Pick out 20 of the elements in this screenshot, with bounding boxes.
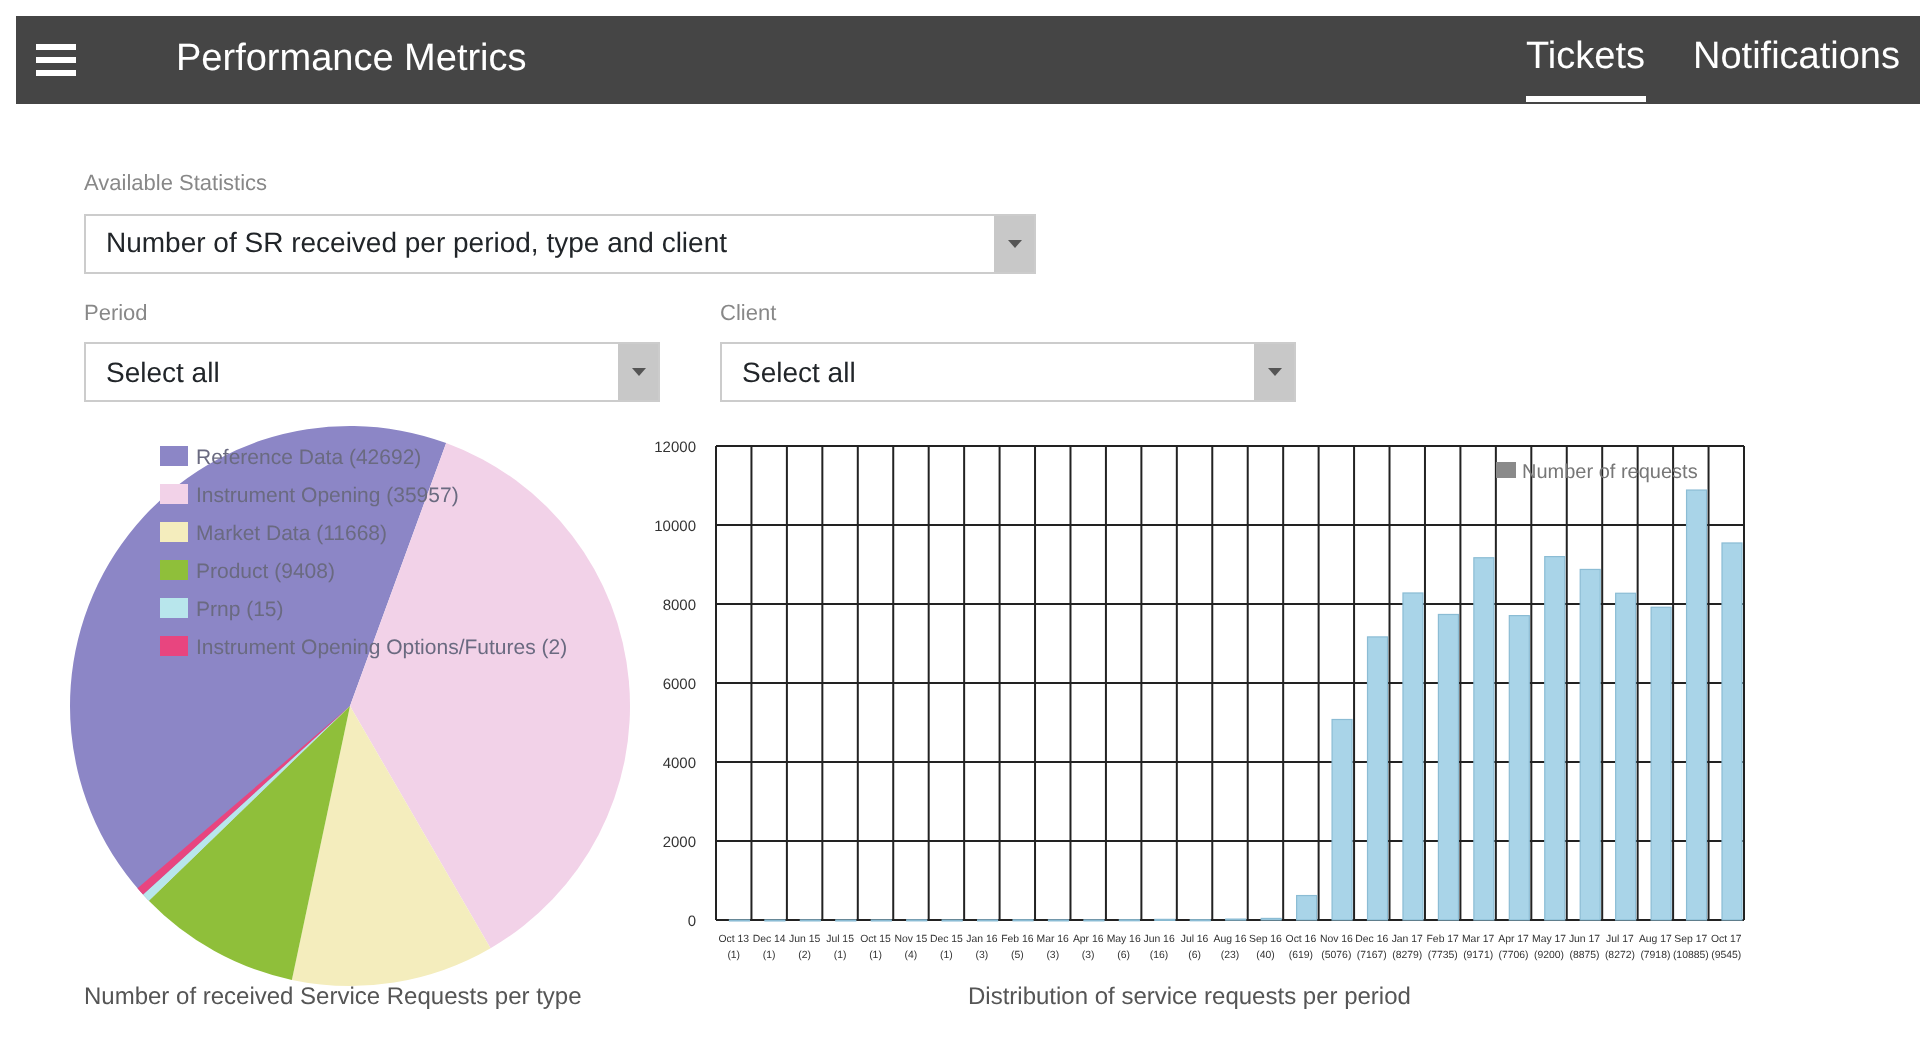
caret-icon	[1267, 368, 1281, 376]
field-label: Period	[84, 299, 150, 329]
nav-tab[interactable]: Tickets	[1526, 18, 1645, 102]
chart-caption: Distribution of service requests per period	[968, 980, 1411, 1014]
chart-caption: Number of received Service Requests per type	[84, 980, 584, 1014]
field-label: Client	[720, 299, 779, 329]
dropdown[interactable]: Select all	[720, 342, 1296, 402]
legend-label: Market Data (11668)	[196, 522, 388, 546]
dropdown[interactable]: Number of SR received per period, type and client	[84, 213, 1036, 273]
field-label: Available Statistics	[84, 170, 270, 200]
app-title: Performance Metrics	[176, 35, 527, 84]
dropdown[interactable]: Select all	[84, 342, 660, 402]
bar	[1296, 894, 1318, 921]
legend-label: Product (9408)	[196, 560, 335, 584]
legend-swatch	[1496, 462, 1516, 478]
menu-icon[interactable]	[36, 42, 76, 78]
caret-icon	[1007, 239, 1021, 247]
legend-label: Prnp (15)	[196, 598, 284, 622]
caret-icon	[631, 368, 645, 376]
nav-tab[interactable]: Notifications	[1693, 18, 1900, 102]
